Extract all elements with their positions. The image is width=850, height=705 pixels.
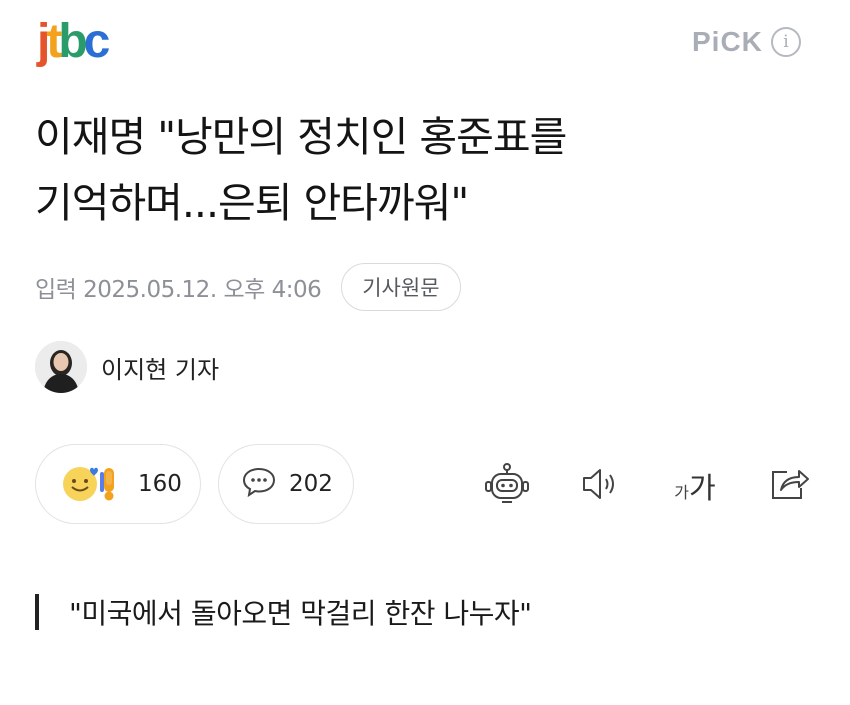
original-article-button[interactable]: 기사원문 xyxy=(341,263,461,311)
article-title: 이재명 "낭만의 정치인 홍준표를 기억하며...은퇴 안타까워" xyxy=(35,104,825,236)
avatar[interactable] xyxy=(35,341,87,393)
speaker-icon xyxy=(580,466,622,506)
title-line-2: 기억하며...은퇴 안타까워" xyxy=(35,179,469,227)
tts-button[interactable] xyxy=(577,462,625,510)
reaction-count: 160 xyxy=(138,471,182,497)
quote-subheading: "미국에서 돌아오면 막걸리 한잔 나누자" xyxy=(35,588,532,636)
font-size-button[interactable]: 가가 xyxy=(667,462,723,510)
jtbc-logo[interactable]: jtbc xyxy=(37,14,110,70)
share-icon xyxy=(767,464,811,508)
article-meta: 입력 2025.05.12. 오후 4:06 기사원문 xyxy=(35,262,461,312)
summary-bot-button[interactable] xyxy=(483,462,531,510)
comment-bubble-icon xyxy=(241,466,277,502)
smile-emoji-icon xyxy=(60,462,126,506)
comment-count: 202 xyxy=(289,471,333,497)
author-name[interactable]: 이지현 기자 xyxy=(101,350,219,385)
quote-text: "미국에서 돌아오면 막걸리 한잔 나누자" xyxy=(69,597,532,630)
pick-label: PiCK xyxy=(692,26,763,57)
header: jtbc PiCK i xyxy=(0,0,850,85)
share-button[interactable] xyxy=(765,462,813,510)
reaction-button[interactable]: 160 xyxy=(35,444,201,524)
pick-badge[interactable]: PiCK i xyxy=(692,26,801,58)
robot-icon xyxy=(483,462,531,510)
publish-date: 입력 2025.05.12. 오후 4:06 xyxy=(35,277,322,303)
quote-bar xyxy=(35,594,39,630)
title-line-1: 이재명 "낭만의 정치인 홍준표를 xyxy=(35,113,567,161)
author-row[interactable]: 이지현 기자 xyxy=(35,340,219,394)
info-icon[interactable]: i xyxy=(770,27,801,57)
action-bar: 160 202 가가 xyxy=(35,444,825,524)
font-size-icon: 가가 xyxy=(674,471,716,505)
comment-button[interactable]: 202 xyxy=(218,444,354,524)
